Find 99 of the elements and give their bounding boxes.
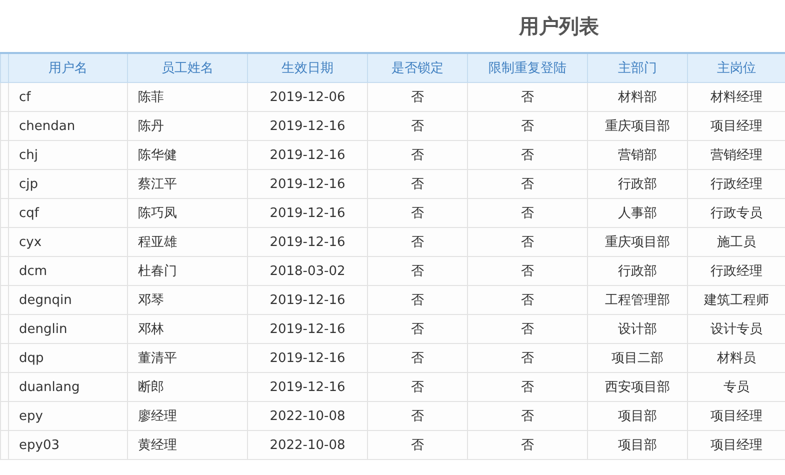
table-cell: 材料部	[588, 82, 688, 112]
column-header[interactable]: 主部门	[588, 53, 688, 82]
table-cell: 否	[468, 82, 588, 112]
table-cell: 项目部	[588, 402, 688, 430]
table-cell: chendan	[8, 112, 128, 140]
table-cell: 否	[468, 112, 588, 140]
table-cell: 董清平	[128, 344, 248, 372]
table-cell: 陈巧凤	[128, 198, 248, 228]
table-cell: chj	[8, 140, 128, 170]
table-cell: 人事部	[588, 198, 688, 228]
table-cell: 陈菲	[128, 82, 248, 112]
table-cell: 否	[468, 314, 588, 344]
table-cell: 否	[368, 402, 468, 430]
table-cell: 否	[468, 256, 588, 286]
table-cell: cyx	[8, 228, 128, 256]
table-cell: 2019-12-16	[248, 112, 368, 140]
table-cell: 2019-12-16	[248, 170, 368, 198]
table-cell: 否	[368, 430, 468, 460]
table-cell: 项目二部	[588, 344, 688, 372]
table-cell: cf	[8, 82, 128, 112]
table-cell: 2022-10-08	[248, 430, 368, 460]
table-cell: 否	[368, 82, 468, 112]
column-header[interactable]: 是否锁定	[368, 53, 468, 82]
table-cell: 2019-12-16	[248, 344, 368, 372]
table-cell: 项目经理	[688, 430, 785, 460]
table-cell: 行政部	[588, 170, 688, 198]
table-cell: dcm	[8, 256, 128, 286]
table-cell: 2019-12-06	[248, 82, 368, 112]
table-cell: 西安项目部	[588, 372, 688, 402]
table-cell: 设计部	[588, 314, 688, 344]
table-cell: 廖经理	[128, 402, 248, 430]
table-cell: 陈丹	[128, 112, 248, 140]
table-cell: 工程管理部	[588, 286, 688, 314]
table-cell: duanlang	[8, 372, 128, 402]
table-cell: 行政部	[588, 256, 688, 286]
table-cell: 重庆项目部	[588, 112, 688, 140]
table-cell: 邓林	[128, 314, 248, 344]
column-header[interactable]: 限制重复登陆	[468, 53, 588, 82]
table-cell: 材料经理	[688, 82, 785, 112]
table-cell: 2019-12-16	[248, 228, 368, 256]
table-cell: 蔡江平	[128, 170, 248, 198]
table-cell: 否	[368, 344, 468, 372]
table-cell: 否	[468, 170, 588, 198]
table-cell: 行政经理	[688, 170, 785, 198]
table-cell: epy	[8, 402, 128, 430]
table-cell: cjp	[8, 170, 128, 198]
table-cell: 邓琴	[128, 286, 248, 314]
table-cell: 杜春门	[128, 256, 248, 286]
table-cell: 营销部	[588, 140, 688, 170]
table-cell: 设计专员	[688, 314, 785, 344]
table-cell: 2019-12-16	[248, 372, 368, 402]
table-cell: 建筑工程师	[688, 286, 785, 314]
table-cell: 否	[368, 256, 468, 286]
table-cell: 否	[368, 198, 468, 228]
table-cell: 施工员	[688, 228, 785, 256]
table-cell: 项目经理	[688, 112, 785, 140]
table-cell: 2019-12-16	[248, 286, 368, 314]
table-cell: degnqin	[8, 286, 128, 314]
column-header[interactable]: 用户名	[8, 53, 128, 82]
table-cell: 项目部	[588, 430, 688, 460]
table-cell: 2019-12-16	[248, 314, 368, 344]
table-cell: 行政专员	[688, 198, 785, 228]
table-cell: 否	[368, 170, 468, 198]
table-cell: 否	[468, 228, 588, 256]
column-header[interactable]: 员工姓名	[128, 53, 248, 82]
table-cell: 否	[468, 430, 588, 460]
table-cell: 否	[468, 140, 588, 170]
table-cell: 否	[468, 286, 588, 314]
column-header[interactable]: 主岗位	[688, 53, 785, 82]
table-cell: 2022-10-08	[248, 402, 368, 430]
table-cell: 否	[468, 198, 588, 228]
table-cell: 否	[468, 344, 588, 372]
table-cell: 2019-12-16	[248, 198, 368, 228]
table-cell: 否	[368, 314, 468, 344]
table-cell: 项目经理	[688, 402, 785, 430]
table-cell: 2018-03-02	[248, 256, 368, 286]
table-cell: epy03	[8, 430, 128, 460]
table-cell: cqf	[8, 198, 128, 228]
table-cell: 材料员	[688, 344, 785, 372]
table-cell: 重庆项目部	[588, 228, 688, 256]
table-cell: dqp	[8, 344, 128, 372]
table-cell: 否	[468, 402, 588, 430]
table-cell: 断郎	[128, 372, 248, 402]
table-cell: 否	[368, 112, 468, 140]
table-cell: 专员	[688, 372, 785, 402]
table-cell: 行政经理	[688, 256, 785, 286]
table-cell: denglin	[8, 314, 128, 344]
table-cell: 否	[368, 372, 468, 402]
table-cell: 黄经理	[128, 430, 248, 460]
table-cell: 否	[368, 228, 468, 256]
table-cell: 否	[368, 286, 468, 314]
table-cell: 程亚雄	[128, 228, 248, 256]
column-header[interactable]: 生效日期	[248, 53, 368, 82]
table-cell: 否	[468, 372, 588, 402]
table-cell: 陈华健	[128, 140, 248, 170]
table-cell: 否	[368, 140, 468, 170]
table-cell: 2019-12-16	[248, 140, 368, 170]
table-cell: 营销经理	[688, 140, 785, 170]
page-title: 用户列表	[519, 12, 599, 40]
